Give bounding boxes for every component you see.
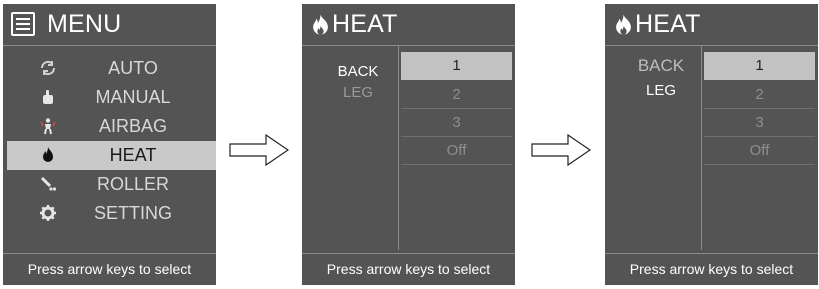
menu-item-manual[interactable]: MANUAL: [3, 83, 216, 112]
flame-icon: [313, 14, 328, 35]
footer-hint: Press arrow keys to select: [3, 253, 216, 285]
menu-title: MENU: [47, 10, 122, 38]
menu-screen: MENU AUTO MANUAL AIRBAG HEAT ROLLER SETT…: [3, 4, 216, 285]
menu-item-label: AUTO: [108, 58, 158, 78]
menu-item-label: HEAT: [109, 145, 157, 165]
footer-hint: Press arrow keys to select: [605, 253, 818, 285]
menu-list-icon: [11, 12, 35, 36]
heat-title-bar: HEAT: [605, 4, 818, 46]
heat-title-bar: HEAT: [302, 4, 515, 46]
menu-item-airbag[interactable]: AIRBAG: [3, 112, 216, 141]
gear-icon: [40, 205, 56, 221]
menu-item-label: MANUAL: [95, 87, 171, 107]
heat-screen-back: HEAT BACK LEG 1 2 3 Off Press arrow keys…: [302, 4, 515, 285]
right-arrow-icon: [229, 134, 289, 166]
column-divider: [398, 46, 399, 250]
flame-icon: [43, 147, 53, 162]
heat-option-off[interactable]: Off: [401, 137, 512, 165]
flame-icon: [616, 14, 631, 35]
heat-option-3[interactable]: 3: [401, 109, 512, 137]
menu-item-roller[interactable]: ROLLER: [3, 170, 216, 199]
heat-option-2[interactable]: 2: [704, 81, 815, 109]
category-back[interactable]: BACK: [320, 63, 396, 80]
right-arrow-icon: [531, 134, 591, 166]
hand-icon: [43, 90, 53, 104]
menu-item-label: SETTING: [93, 203, 172, 223]
menu-title-bar: MENU: [3, 4, 216, 46]
heat-option-1[interactable]: 1: [704, 52, 815, 80]
heat-option-off[interactable]: Off: [704, 137, 815, 165]
heat-option-1[interactable]: 1: [401, 52, 512, 80]
menu-item-label: AIRBAG: [98, 116, 168, 136]
roller-icon: [40, 176, 57, 191]
column-divider: [701, 46, 702, 250]
category-leg[interactable]: LEG: [320, 84, 396, 101]
category-leg[interactable]: LEG: [623, 82, 699, 99]
airbag-person-icon: [40, 118, 56, 135]
heat-option-2[interactable]: 2: [401, 81, 512, 109]
heat-option-3[interactable]: 3: [704, 109, 815, 137]
menu-item-setting[interactable]: SETTING: [3, 199, 216, 228]
refresh-icon: [40, 60, 56, 76]
footer-hint: Press arrow keys to select: [302, 253, 515, 285]
menu-item-heat[interactable]: HEAT: [7, 141, 216, 170]
heat-screen-leg: HEAT BACK LEG 1 2 3 Off Press arrow keys…: [605, 4, 818, 285]
menu-item-auto[interactable]: AUTO: [3, 54, 216, 83]
heat-title: HEAT: [635, 10, 701, 38]
menu-item-label: ROLLER: [96, 174, 170, 194]
heat-title: HEAT: [332, 10, 398, 38]
category-back[interactable]: BACK: [623, 56, 699, 76]
